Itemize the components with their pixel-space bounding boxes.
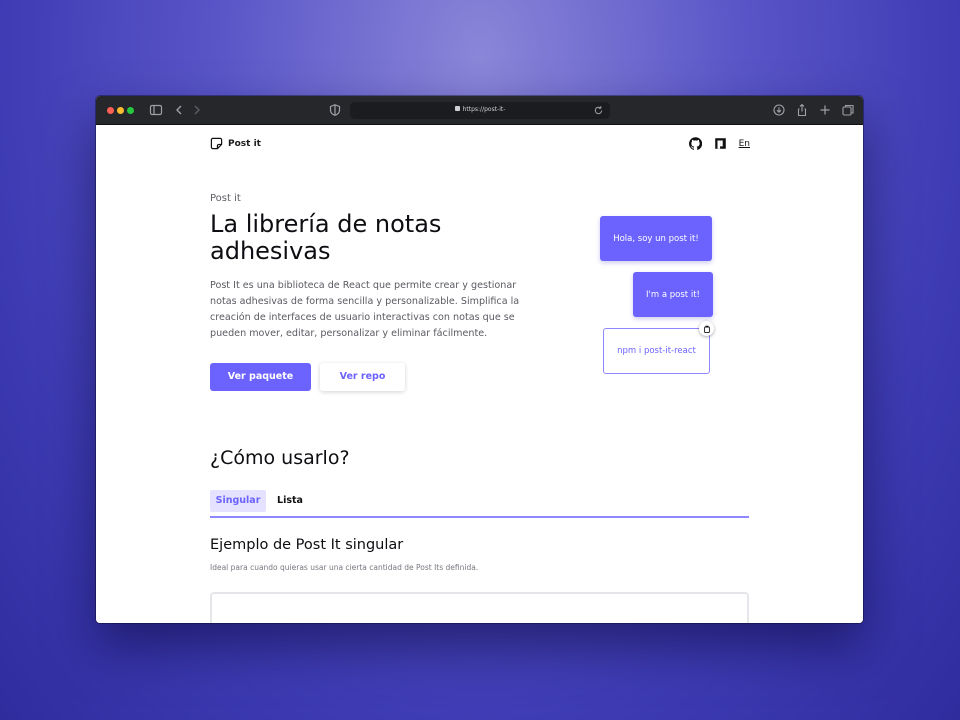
address-bar[interactable]: https://post-it- — [350, 102, 610, 119]
sticky-note-text: I'm a post it! — [646, 289, 700, 300]
view-repo-button[interactable]: Ver repo — [320, 363, 405, 391]
nav-links: En — [677, 137, 750, 150]
tab-singular[interactable]: Singular — [210, 490, 266, 512]
maximize-window-button[interactable] — [127, 107, 134, 114]
github-icon[interactable] — [688, 137, 702, 150]
lock-icon — [454, 106, 460, 111]
hero-description: Post It es una biblioteca de React que p… — [210, 280, 520, 339]
site-logo[interactable]: Post it — [210, 137, 261, 150]
sticky-note-icon — [210, 137, 223, 150]
close-window-button[interactable] — [107, 107, 114, 114]
example-title: Ejemplo de Post It singular — [210, 537, 404, 553]
tabs-overview-icon[interactable] — [841, 103, 855, 117]
chevron-left-icon[interactable] — [172, 103, 186, 117]
browser-window: https://post-it- Post it En Post it La l… — [96, 96, 863, 623]
shield-icon[interactable] — [328, 103, 342, 117]
example-description: Ideal para cuando quieras usar una ciert… — [210, 563, 479, 572]
install-command-text: npm i post-it-react — [617, 346, 696, 356]
minimize-window-button[interactable] — [117, 107, 124, 114]
sticky-note-text: Hola, soy un post it! — [613, 233, 699, 244]
download-icon[interactable] — [772, 103, 786, 117]
view-package-button[interactable]: Ver paquete — [210, 363, 311, 391]
language-toggle[interactable]: En — [739, 139, 750, 149]
npm-icon[interactable] — [714, 137, 727, 150]
sidebar-icon[interactable] — [149, 103, 163, 117]
share-icon[interactable] — [795, 103, 809, 117]
copy-icon[interactable] — [699, 321, 714, 336]
install-command-note[interactable]: npm i post-it-react — [603, 328, 710, 374]
page-content: Post it En Post it La librería de notas … — [96, 125, 863, 623]
hero-eyebrow: Post it — [210, 193, 241, 204]
example-preview-area — [210, 592, 749, 623]
usage-tabs: Singular Lista — [210, 490, 749, 518]
sticky-note[interactable]: I'm a post it! — [633, 272, 713, 317]
chevron-right-icon[interactable] — [190, 103, 204, 117]
reload-icon[interactable] — [593, 105, 604, 116]
plus-icon[interactable] — [818, 103, 832, 117]
site-name: Post it — [228, 138, 261, 149]
tab-lista[interactable]: Lista — [270, 490, 310, 512]
sticky-note[interactable]: Hola, soy un post it! — [600, 216, 712, 261]
browser-toolbar: https://post-it- — [96, 96, 863, 125]
url-text: https://post-it- — [462, 106, 506, 113]
usage-section-title: ¿Cómo usarlo? — [210, 447, 350, 469]
hero-title: La librería de notas adhesivas — [210, 210, 442, 265]
